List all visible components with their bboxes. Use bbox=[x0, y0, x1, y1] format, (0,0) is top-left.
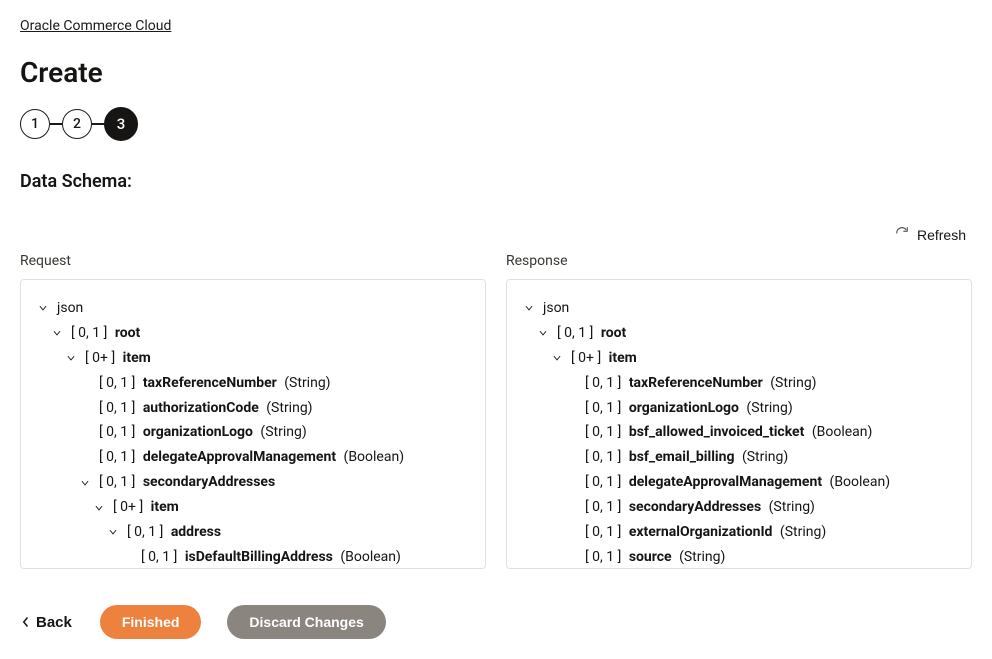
tree-node[interactable]: [ 0, 1 ] delegateApprovalManagement (Boo… bbox=[521, 470, 957, 495]
response-label: Response bbox=[506, 253, 972, 269]
tree-node[interactable]: [ 0+ ] item bbox=[521, 346, 957, 371]
tree-node[interactable]: [ 0, 1 ] address bbox=[35, 520, 471, 545]
tree-node[interactable]: [ 0, 1 ] delegateApprovalManagement (Boo… bbox=[35, 445, 471, 470]
node-label: json bbox=[57, 299, 83, 318]
node-label: [ 0, 1 ] delegateApprovalManagement (Boo… bbox=[99, 448, 404, 467]
tree-node[interactable]: [ 0+ ] item bbox=[35, 346, 471, 371]
tree-node[interactable]: [ 0, 1 ] taxReferenceNumber (String) bbox=[521, 371, 957, 396]
chevron-left-icon bbox=[22, 616, 30, 628]
node-label: [ 0+ ] item bbox=[85, 349, 151, 368]
tree-node[interactable]: [ 0, 1 ] authorizationCode (String) bbox=[35, 396, 471, 421]
tree-node[interactable]: [ 0, 1 ] root bbox=[521, 321, 957, 346]
node-label: json bbox=[543, 299, 569, 318]
breadcrumb[interactable]: Oracle Commerce Cloud bbox=[20, 18, 972, 34]
node-label: [ 0, 1 ] secondaryAddresses (String) bbox=[585, 498, 815, 517]
back-button[interactable]: Back bbox=[20, 610, 74, 635]
chevron-down-icon[interactable] bbox=[549, 350, 565, 366]
tree-node[interactable]: json bbox=[35, 296, 471, 321]
tree-node[interactable]: [ 0, 1 ] source (String) bbox=[521, 545, 957, 569]
tree-node[interactable]: [ 0, 1 ] organizationLogo (String) bbox=[35, 420, 471, 445]
tree-node[interactable]: [ 0, 1 ] isDefaultBillingAddress (Boolea… bbox=[35, 545, 471, 569]
node-label: [ 0, 1 ] delegateApprovalManagement (Boo… bbox=[585, 473, 890, 492]
node-label: [ 0+ ] item bbox=[113, 498, 179, 517]
chevron-down-icon[interactable] bbox=[105, 524, 121, 540]
node-label: [ 0, 1 ] isDefaultBillingAddress (Boolea… bbox=[141, 548, 401, 567]
request-label: Request bbox=[20, 253, 486, 269]
node-label: [ 0, 1 ] taxReferenceNumber (String) bbox=[585, 374, 817, 393]
step-3[interactable]: 3 bbox=[104, 107, 138, 141]
refresh-label: Refresh bbox=[917, 227, 966, 243]
chevron-down-icon[interactable] bbox=[35, 300, 51, 316]
stepper: 1 2 3 bbox=[20, 107, 972, 141]
chevron-down-icon[interactable] bbox=[535, 325, 551, 341]
step-connector bbox=[50, 123, 62, 125]
node-label: [ 0, 1 ] source (String) bbox=[585, 548, 725, 567]
finished-button[interactable]: Finished bbox=[100, 605, 202, 639]
node-label: [ 0, 1 ] organizationLogo (String) bbox=[585, 399, 793, 418]
node-label: [ 0, 1 ] address bbox=[127, 523, 221, 542]
tree-node[interactable]: json bbox=[521, 296, 957, 321]
chevron-down-icon[interactable] bbox=[49, 325, 65, 341]
refresh-icon bbox=[895, 226, 909, 243]
node-label: [ 0, 1 ] secondaryAddresses bbox=[99, 473, 275, 492]
node-label: [ 0, 1 ] bsf_allowed_invoiced_ticket (Bo… bbox=[585, 423, 872, 442]
node-label: [ 0, 1 ] authorizationCode (String) bbox=[99, 399, 313, 418]
tree-node[interactable]: [ 0, 1 ] taxReferenceNumber (String) bbox=[35, 371, 471, 396]
step-1[interactable]: 1 bbox=[20, 109, 50, 139]
node-label: [ 0, 1 ] root bbox=[71, 324, 140, 343]
step-connector bbox=[92, 123, 104, 125]
tree-node[interactable]: [ 0, 1 ] organizationLogo (String) bbox=[521, 396, 957, 421]
chevron-down-icon[interactable] bbox=[91, 500, 107, 516]
node-label: [ 0, 1 ] externalOrganizationId (String) bbox=[585, 523, 826, 542]
page-title: Create bbox=[20, 56, 972, 89]
node-label: [ 0+ ] item bbox=[571, 349, 637, 368]
tree-node[interactable]: [ 0, 1 ] externalOrganizationId (String) bbox=[521, 520, 957, 545]
tree-node[interactable]: [ 0, 1 ] secondaryAddresses bbox=[35, 470, 471, 495]
response-column: Response json [ 0, 1 ] root [ 0+ ] item [ 0… bbox=[506, 253, 972, 569]
tree-node[interactable]: [ 0, 1 ] secondaryAddresses (String) bbox=[521, 495, 957, 520]
back-label: Back bbox=[36, 614, 72, 631]
step-2[interactable]: 2 bbox=[62, 109, 92, 139]
request-column: Request json [ 0, 1 ] root [ 0+ ] item [ 0,… bbox=[20, 253, 486, 569]
section-title: Data Schema: bbox=[20, 171, 972, 192]
node-label: [ 0, 1 ] bsf_email_billing (String) bbox=[585, 448, 788, 467]
refresh-button[interactable]: Refresh bbox=[889, 222, 972, 247]
node-label: [ 0, 1 ] root bbox=[557, 324, 626, 343]
request-tree[interactable]: json [ 0, 1 ] root [ 0+ ] item [ 0, 1 ] tax… bbox=[20, 279, 486, 569]
chevron-down-icon[interactable] bbox=[77, 475, 93, 491]
tree-node[interactable]: [ 0+ ] item bbox=[35, 495, 471, 520]
response-tree[interactable]: json [ 0, 1 ] root [ 0+ ] item [ 0, 1 ] tax… bbox=[506, 279, 972, 569]
node-label: [ 0, 1 ] taxReferenceNumber (String) bbox=[99, 374, 331, 393]
discard-button[interactable]: Discard Changes bbox=[227, 605, 385, 639]
chevron-down-icon[interactable] bbox=[63, 350, 79, 366]
chevron-down-icon[interactable] bbox=[521, 300, 537, 316]
tree-node[interactable]: [ 0, 1 ] bsf_allowed_invoiced_ticket (Bo… bbox=[521, 420, 957, 445]
tree-node[interactable]: [ 0, 1 ] bsf_email_billing (String) bbox=[521, 445, 957, 470]
tree-node[interactable]: [ 0, 1 ] root bbox=[35, 321, 471, 346]
node-label: [ 0, 1 ] organizationLogo (String) bbox=[99, 423, 307, 442]
